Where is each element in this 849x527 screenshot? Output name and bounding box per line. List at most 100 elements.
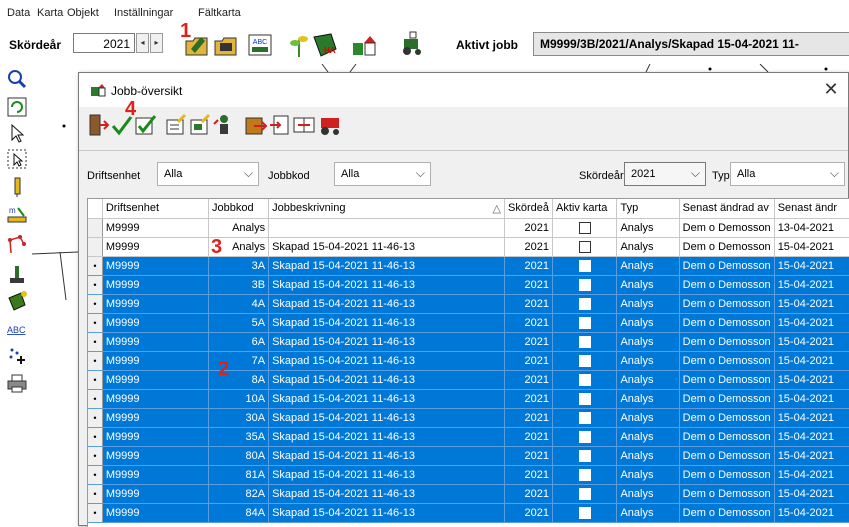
row-marker[interactable]: • bbox=[88, 465, 103, 485]
pointer-icon[interactable] bbox=[6, 122, 28, 144]
aktiv-karta-checkbox[interactable] bbox=[578, 449, 591, 462]
year-spin-down[interactable]: ◂ bbox=[136, 33, 149, 53]
table-row[interactable]: • M9999 7A Skapad 15-04-2021 11-46-13 2021 An… bbox=[88, 351, 849, 371]
menu-karta[interactable]: Karta bbox=[37, 7, 63, 19]
row-marker[interactable]: • bbox=[88, 294, 103, 314]
aktiv-karta-checkbox[interactable] bbox=[578, 392, 591, 405]
menu-installningar[interactable]: Inställningar bbox=[114, 7, 173, 19]
aktiv-karta-checkbox[interactable] bbox=[578, 411, 591, 424]
table-row[interactable]: • M9999 80A Skapad 15-04-2021 11-46-13 2021 A… bbox=[88, 446, 849, 466]
row-marker[interactable]: • bbox=[88, 446, 103, 466]
measure-icon[interactable]: m bbox=[6, 204, 28, 226]
table-row[interactable]: • M9999 10A Skapad 15-04-2021 11-46-13 2021 A… bbox=[88, 389, 849, 409]
row-marker[interactable]: • bbox=[88, 484, 103, 504]
row-marker[interactable]: • bbox=[88, 389, 103, 409]
farm-icon[interactable] bbox=[350, 29, 378, 59]
abc-label-icon[interactable]: ABC bbox=[6, 318, 28, 340]
aktiv-karta-checkbox[interactable] bbox=[578, 487, 591, 500]
import-icon[interactable] bbox=[268, 112, 292, 138]
print-icon[interactable] bbox=[6, 372, 28, 394]
col-driftsenhet[interactable]: Driftsenhet bbox=[102, 199, 210, 219]
table-row[interactable]: M9999 Analys 2021 Analys Dem o Demosson 13-04… bbox=[88, 218, 849, 238]
table-row[interactable]: • M9999 35A Skapad 15-04-2021 11-46-13 2021 A… bbox=[88, 427, 849, 447]
table-row[interactable]: • M9999 8A Skapad 15-04-2021 11-46-13 2021 An… bbox=[88, 370, 849, 390]
col-senast-andrad[interactable]: Senast ändr bbox=[774, 199, 849, 219]
cell-jobbeskrivning: Skapad 15-04-2021 11-46-13 bbox=[268, 408, 505, 428]
save-folder-icon[interactable] bbox=[212, 29, 240, 59]
polygon-icon[interactable] bbox=[6, 234, 28, 256]
check-all-icon[interactable] bbox=[134, 112, 158, 138]
abc-text-icon[interactable]: ABC bbox=[246, 29, 274, 59]
ruler-icon[interactable] bbox=[6, 176, 28, 198]
col-jobbeskrivning[interactable]: Jobbeskrivning △ bbox=[268, 199, 505, 219]
zoom-icon[interactable] bbox=[6, 68, 28, 90]
col-senast-andrad-av[interactable]: Senast ändrad av bbox=[679, 199, 775, 219]
tractor-job-icon[interactable] bbox=[318, 112, 342, 138]
add-points-icon[interactable] bbox=[6, 344, 28, 366]
refresh-icon[interactable] bbox=[6, 96, 28, 118]
table-row[interactable]: • M9999 6A Skapad 15-04-2021 11-46-13 2021 An… bbox=[88, 332, 849, 352]
row-marker[interactable] bbox=[88, 237, 103, 257]
close-icon[interactable]: ✕ bbox=[822, 79, 840, 100]
row-marker[interactable]: • bbox=[88, 408, 103, 428]
col-typ[interactable]: Typ bbox=[616, 199, 680, 219]
table-row[interactable]: • M9999 84A Skapad 15-04-2021 11-46-13 2021 A… bbox=[88, 503, 849, 523]
table-row[interactable]: • M9999 82A Skapad 15-04-2021 11-46-13 2021 A… bbox=[88, 484, 849, 504]
aktiv-karta-checkbox[interactable] bbox=[578, 297, 591, 310]
edit-icon[interactable] bbox=[164, 112, 188, 138]
aktiv-karta-checkbox[interactable] bbox=[578, 506, 591, 519]
person-icon[interactable] bbox=[212, 112, 236, 138]
aktiv-karta-checkbox[interactable] bbox=[578, 278, 591, 291]
menu-data[interactable]: Data bbox=[7, 7, 30, 19]
tractor-icon[interactable] bbox=[398, 29, 426, 59]
map-ha-icon[interactable]: HA bbox=[311, 29, 339, 59]
aktiv-karta-checkbox[interactable] bbox=[578, 373, 591, 386]
jobbkod-select[interactable]: Alla ⌵ bbox=[334, 162, 431, 186]
row-marker[interactable]: • bbox=[88, 351, 103, 371]
table-row[interactable]: • M9999 81A Skapad 15-04-2021 11-46-13 2021 A… bbox=[88, 465, 849, 485]
table-row[interactable]: • M9999 30A Skapad 15-04-2021 11-46-13 2021 A… bbox=[88, 408, 849, 428]
table-row[interactable]: • M9999 4A Skapad 15-04-2021 11-46-13 2021 An… bbox=[88, 294, 849, 314]
col-jobbkod[interactable]: Jobbkod bbox=[208, 199, 270, 219]
row-marker[interactable]: • bbox=[88, 370, 103, 390]
row-marker[interactable]: • bbox=[88, 275, 103, 295]
row-marker[interactable]: • bbox=[88, 256, 103, 276]
aktiv-karta-checkbox[interactable] bbox=[578, 430, 591, 443]
year-input[interactable]: 2021 bbox=[73, 33, 135, 53]
menu-faltkarta[interactable]: Fältkarta bbox=[198, 7, 241, 19]
row-marker[interactable]: • bbox=[88, 332, 103, 352]
aktiv-karta-checkbox[interactable] bbox=[578, 335, 591, 348]
select-icon[interactable] bbox=[6, 148, 28, 170]
table-row[interactable]: • M9999 5A Skapad 15-04-2021 11-46-13 2021 An… bbox=[88, 313, 849, 333]
year-spin-up[interactable]: ▸ bbox=[150, 33, 163, 53]
aktiv-karta-checkbox[interactable] bbox=[578, 316, 591, 329]
menu-objekt[interactable]: Objekt bbox=[67, 7, 99, 19]
soil-sample-icon[interactable] bbox=[6, 264, 28, 286]
export-icon[interactable] bbox=[244, 112, 268, 138]
skordear-select[interactable]: 2021 ⌵ bbox=[624, 162, 706, 186]
aktivt-jobb-field[interactable]: M9999/3B/2021/Analys/Skapad 15-04-2021 1… bbox=[533, 32, 849, 56]
aktiv-karta-checkbox[interactable] bbox=[578, 354, 591, 367]
col-aktiv-karta[interactable]: Aktiv karta bbox=[552, 199, 618, 219]
row-marker[interactable] bbox=[88, 218, 103, 238]
merge-icon[interactable] bbox=[292, 112, 316, 138]
row-marker[interactable]: • bbox=[88, 313, 103, 333]
table-row[interactable]: • M9999 3B Skapad 15-04-2021 11-46-13 2021 An… bbox=[88, 275, 849, 295]
aktiv-karta-checkbox[interactable] bbox=[578, 240, 591, 253]
col-skordear[interactable]: Skördeå bbox=[504, 199, 553, 219]
cell-senast-andrad: 15-04-2021 bbox=[774, 294, 849, 314]
row-marker[interactable]: • bbox=[88, 503, 103, 523]
cell-senast-andrad-av: Dem o Demosson bbox=[679, 351, 775, 371]
plant-icon[interactable] bbox=[285, 29, 313, 59]
table-row[interactable]: M9999 Analys Skapad 15-04-2021 11-46-13 202… bbox=[88, 237, 849, 257]
aktiv-karta-checkbox[interactable] bbox=[578, 468, 591, 481]
aktiv-karta-checkbox[interactable] bbox=[578, 259, 591, 272]
aktiv-karta-checkbox[interactable] bbox=[578, 221, 591, 234]
typ-select[interactable]: Alla ⌵ bbox=[730, 162, 845, 186]
driftsenhet-select[interactable]: Alla ⌵ bbox=[157, 162, 259, 186]
table-row[interactable]: • M9999 3A Skapad 15-04-2021 11-46-13 2021 An… bbox=[88, 256, 849, 276]
row-marker[interactable]: • bbox=[88, 427, 103, 447]
edit-map-icon[interactable] bbox=[188, 112, 212, 138]
exit-icon[interactable] bbox=[86, 112, 110, 138]
area-icon[interactable] bbox=[6, 290, 28, 312]
